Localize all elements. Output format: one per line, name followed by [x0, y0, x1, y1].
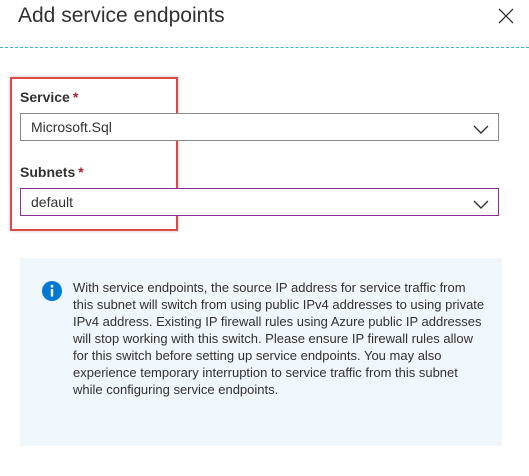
close-button[interactable]: [494, 4, 518, 28]
service-label: Service *: [20, 88, 78, 106]
required-indicator: *: [72, 89, 79, 105]
service-dropdown[interactable]: Microsoft.Sql: [20, 113, 499, 141]
service-label-text: Service: [20, 89, 70, 105]
subnets-dropdown-value: default: [31, 194, 74, 210]
subnets-dropdown[interactable]: default: [20, 188, 499, 216]
close-icon: [494, 4, 518, 28]
subnets-label-text: Subnets: [20, 164, 76, 180]
chevron-down-icon: [473, 197, 489, 215]
info-message-text: With service endpoints, the source IP ad…: [73, 280, 485, 397]
service-dropdown-value: Microsoft.Sql: [31, 119, 112, 135]
chevron-down-icon: [473, 122, 489, 140]
panel-title: Add service endpoints: [18, 4, 225, 27]
info-message-bar: With service endpoints, the source IP ad…: [20, 258, 502, 446]
header-divider: [0, 47, 529, 48]
info-icon: [42, 281, 62, 301]
required-indicator: *: [78, 164, 84, 180]
add-service-endpoints-panel: Add service endpoints Service * Microsoft…: [0, 0, 529, 476]
subnets-label: Subnets *: [20, 163, 84, 181]
